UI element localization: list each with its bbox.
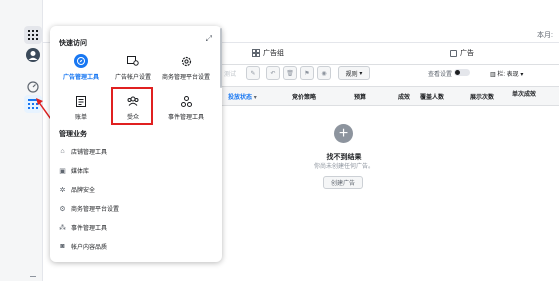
- rules-label: 规则: [345, 71, 358, 78]
- gear-icon: [179, 54, 193, 68]
- quick-access-title: 快速访问: [59, 40, 87, 47]
- qa-ads-manager[interactable]: 广告管理工具: [55, 54, 107, 81]
- list-item-label: 媒体库: [71, 169, 90, 175]
- list-item-account-quality[interactable]: ◙ 帐户内容品质: [59, 242, 107, 251]
- columns-icon: ▥: [490, 72, 496, 78]
- expand-icon[interactable]: ⤢: [206, 34, 212, 44]
- account-settings-icon: [126, 54, 140, 68]
- tab-ads-label: 广告: [460, 50, 474, 57]
- empty-state-description: 你尚未创建任何广告。: [313, 164, 374, 170]
- checkbox-icon: [450, 49, 457, 57]
- qa-ads-manager-label: 广告管理工具: [62, 75, 99, 81]
- th-cost-per-result[interactable]: 单次成效: [512, 89, 536, 98]
- preview-icon[interactable]: ◉: [317, 66, 331, 80]
- qa-events-manager-label: 事件管理工具: [167, 115, 204, 121]
- shop-icon: ⌂: [60, 148, 65, 155]
- list-item-label: 帐户内容品质: [71, 245, 108, 251]
- th-delivery[interactable]: 投放状态 ▾: [228, 92, 257, 101]
- rail-divider: [30, 276, 36, 277]
- table-header: [222, 86, 559, 106]
- view-settings-label: 查看设置: [428, 72, 453, 78]
- quality-icon: ◙: [60, 243, 65, 250]
- view-settings-toggle[interactable]: [454, 69, 470, 76]
- brand-safety-icon: ✲: [59, 186, 66, 194]
- list-item-business-settings[interactable]: ⚙ 商务管理平台设置: [59, 204, 120, 214]
- left-nav-rail: [0, 0, 43, 281]
- columns-dropdown[interactable]: ▥ 栏: 表现 ▾: [490, 69, 523, 78]
- qa-events-manager[interactable]: 事件管理工具: [160, 94, 212, 121]
- qa-billing[interactable]: 账单: [55, 94, 107, 121]
- qa-ad-account-settings[interactable]: 广告帐户设置: [107, 54, 159, 81]
- plus-icon: +: [334, 124, 353, 143]
- list-item-media-library[interactable]: ▣ 媒体库: [59, 166, 90, 176]
- tag-icon[interactable]: ⚑: [300, 66, 314, 80]
- list-item-label: 商务管理平台设置: [71, 207, 120, 213]
- tab-ads[interactable]: 广告: [450, 48, 474, 58]
- events-icon: [179, 94, 193, 108]
- list-item-label: 品牌安全: [71, 188, 96, 194]
- rules-dropdown[interactable]: 规则 ▾: [338, 66, 370, 80]
- th-bid-strategy[interactable]: 竞价策略: [292, 92, 316, 101]
- date-range-label[interactable]: 本月:: [537, 30, 553, 40]
- th-reach[interactable]: 覆盖人数: [420, 92, 444, 101]
- undo-icon[interactable]: ↶: [266, 66, 280, 80]
- toolbar-clipped-text: 测试: [224, 72, 237, 78]
- list-item-label: 店铺管理工具: [71, 150, 108, 156]
- edit-button[interactable]: ✎: [246, 66, 260, 80]
- events-icon: ⁂: [59, 224, 66, 232]
- avatar[interactable]: [24, 46, 42, 64]
- th-budget[interactable]: 预算: [354, 92, 366, 101]
- gear-icon: ⚙: [59, 205, 66, 213]
- billing-icon: [74, 94, 88, 108]
- qa-business-settings-label: 商务管理平台设置: [161, 75, 210, 81]
- qa-billing-label: 账单: [74, 115, 87, 121]
- list-item-label: 事件管理工具: [71, 226, 108, 232]
- list-item-brand-safety[interactable]: ✲ 品牌安全: [59, 185, 96, 195]
- gauge-icon[interactable]: [24, 78, 42, 96]
- media-icon: ▣: [59, 167, 66, 175]
- grid-icon: [252, 49, 260, 57]
- th-results[interactable]: 成效: [398, 92, 410, 101]
- list-item-shop-manager[interactable]: ⌂ 店铺管理工具: [59, 147, 107, 156]
- create-ad-button[interactable]: 创建广告: [323, 176, 363, 189]
- th-impressions[interactable]: 展示次数: [470, 92, 494, 101]
- qa-ad-account-settings-label: 广告帐户设置: [114, 75, 151, 81]
- tab-ad-sets-label: 广告组: [263, 50, 284, 57]
- all-tools-popup: 快速访问 ⤢ 广告管理工具 广告帐户设置 商务管理平台设置 账单 受众 事件管理…: [50, 26, 222, 262]
- columns-label: 栏: 表现: [497, 72, 519, 78]
- highlight-box: [111, 87, 153, 125]
- tab-ad-sets[interactable]: 广告组: [252, 48, 284, 58]
- compass-icon: [74, 54, 88, 68]
- manage-business-title: 管理业务: [59, 131, 87, 138]
- delete-icon[interactable]: 🗑: [283, 66, 297, 80]
- list-item-events-manager[interactable]: ⁂ 事件管理工具: [59, 223, 108, 233]
- qa-business-settings[interactable]: 商务管理平台设置: [160, 54, 212, 81]
- apps-grid-icon[interactable]: [24, 26, 42, 44]
- popup-scrollbar[interactable]: [220, 28, 222, 88]
